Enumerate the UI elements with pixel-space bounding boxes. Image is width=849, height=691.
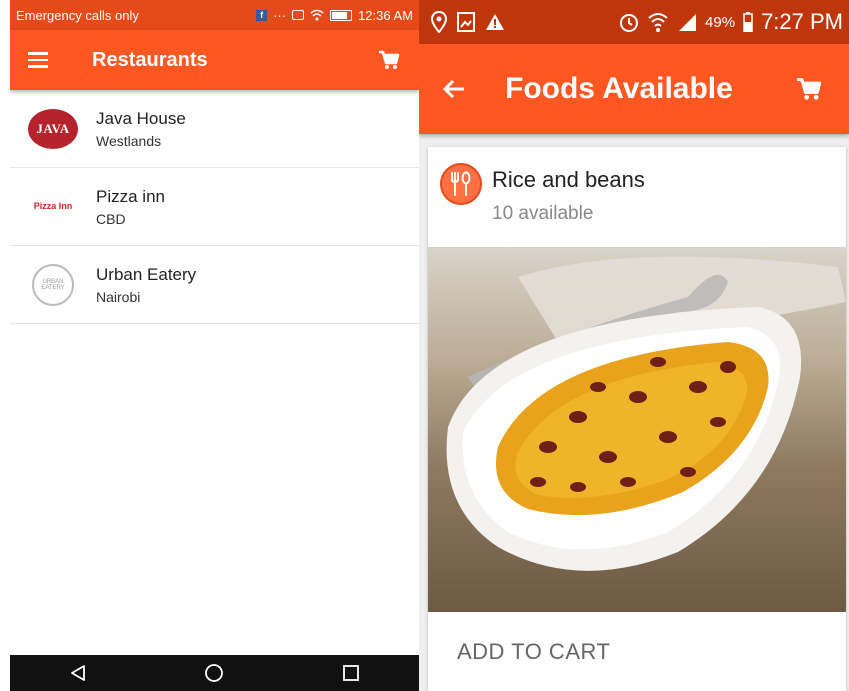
restaurant-location: CBD bbox=[96, 210, 126, 227]
food-card: Rice and beans 10 available ADD TO CART bbox=[428, 147, 846, 691]
food-image bbox=[428, 247, 846, 612]
status-time: 7:27 PM bbox=[761, 9, 843, 34]
carrier-text: Emergency calls only bbox=[16, 7, 139, 23]
list-item[interactable]: URBAN EATERY Urban Eatery Nairobi bbox=[10, 246, 419, 324]
restaurant-name: Java House bbox=[96, 108, 186, 128]
toolbar: Restaurants bbox=[10, 30, 419, 90]
battery-icon bbox=[330, 9, 353, 21]
list-item[interactable]: Pizza Inn Pizza inn CBD bbox=[10, 168, 419, 246]
battery-percent: 49% bbox=[705, 13, 736, 31]
signal-icon bbox=[679, 14, 697, 31]
toolbar: Foods Available bbox=[419, 44, 849, 134]
nav-back-icon[interactable] bbox=[48, 655, 108, 691]
java-house-logo: JAVA bbox=[28, 108, 78, 149]
wifi-icon bbox=[310, 9, 324, 21]
back-arrow-icon[interactable] bbox=[419, 78, 489, 100]
location-icon bbox=[431, 11, 447, 33]
alarm-icon bbox=[620, 14, 639, 32]
restaurant-name: Urban Eatery bbox=[96, 264, 197, 284]
cart-icon[interactable] bbox=[359, 30, 419, 90]
status-bar: 49% 7:27 PM bbox=[419, 0, 849, 44]
restaurant-location: Nairobi bbox=[96, 288, 141, 305]
battery-icon bbox=[743, 12, 753, 32]
nfc-icon bbox=[292, 10, 305, 20]
cart-icon[interactable] bbox=[769, 44, 849, 134]
pizza-inn-logo: Pizza Inn bbox=[33, 201, 73, 211]
gallery-icon bbox=[457, 12, 475, 32]
restaurant-location: Westlands bbox=[96, 132, 162, 149]
food-availability: 10 available bbox=[492, 203, 594, 224]
menu-icon[interactable] bbox=[10, 30, 66, 90]
status-bar: Emergency calls only f ··· 12:36 AM bbox=[10, 0, 419, 30]
fork-spoon-icon bbox=[440, 163, 482, 205]
more-notifications-icon: ··· bbox=[273, 7, 287, 23]
foods-screen: 49% 7:27 PM Foods Available Rice and bea… bbox=[419, 0, 849, 691]
restaurant-list: JAVA Java House Westlands Pizza Inn Pizz… bbox=[10, 90, 419, 324]
restaurants-screen: Emergency calls only f ··· 12:36 AM Rest… bbox=[10, 0, 419, 691]
warning-icon bbox=[486, 14, 504, 30]
urban-eatery-logo: URBAN EATERY bbox=[32, 263, 74, 306]
navigation-bar bbox=[10, 655, 419, 691]
restaurant-name: Pizza inn bbox=[96, 186, 165, 206]
nav-recents-icon[interactable] bbox=[321, 655, 381, 691]
food-name: Rice and beans bbox=[492, 167, 645, 192]
list-item[interactable]: JAVA Java House Westlands bbox=[10, 90, 419, 168]
toolbar-title: Foods Available bbox=[505, 72, 733, 105]
wifi-icon bbox=[648, 13, 668, 32]
toolbar-title: Restaurants bbox=[92, 48, 208, 71]
add-to-cart-button[interactable]: ADD TO CART bbox=[457, 639, 610, 665]
facebook-icon: f bbox=[256, 9, 268, 21]
nav-home-icon[interactable] bbox=[184, 655, 244, 691]
status-time: 12:36 AM bbox=[358, 7, 413, 23]
